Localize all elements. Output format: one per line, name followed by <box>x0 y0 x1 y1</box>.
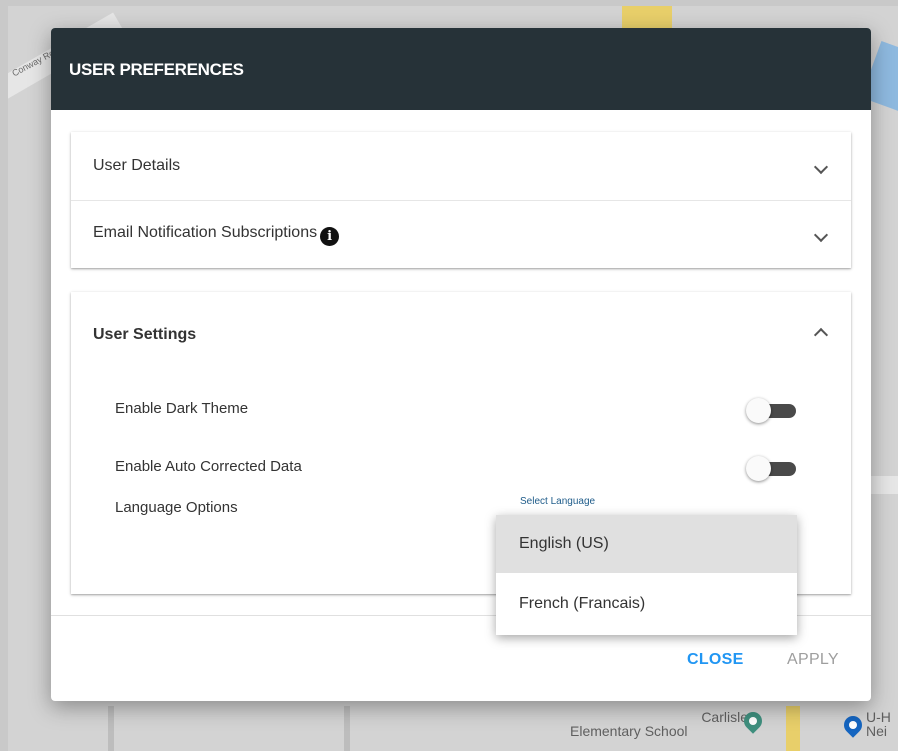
auto-corrected-toggle[interactable] <box>746 456 798 482</box>
toggle-thumb <box>746 398 771 423</box>
map-place-label-2: Elementary School <box>570 723 688 739</box>
map-road <box>868 476 898 494</box>
toggle-thumb <box>746 456 771 481</box>
user-settings-header[interactable]: User Settings <box>71 292 851 378</box>
dialog-title: USER PREFERENCES <box>69 60 244 79</box>
section-user-details[interactable]: User Details <box>71 132 851 200</box>
section-label: Email Notification Subscriptions <box>93 224 318 241</box>
section-label: User Details <box>93 157 181 174</box>
info-icon[interactable]: i <box>320 227 340 246</box>
map-road <box>786 706 800 751</box>
section-label: User Settings <box>93 326 197 343</box>
collapsed-sections-panel: User Details Email Notification Subscrip… <box>71 132 851 268</box>
dark-theme-toggle[interactable] <box>746 398 798 424</box>
select-language-caption: Select Language <box>520 496 596 507</box>
chevron-down-icon <box>813 227 829 243</box>
section-label-wrap: Email Notification Subscriptions i <box>93 224 340 246</box>
chevron-down-icon <box>813 159 829 175</box>
poi-pin-icon <box>840 712 866 738</box>
map-road <box>344 706 350 751</box>
language-option-french[interactable]: French (Francais) <box>496 575 797 633</box>
map-poi-label-2: Nei <box>866 723 888 739</box>
language-dropdown: English (US) French (Francais) <box>496 515 797 635</box>
apply-button[interactable]: APPLY <box>787 651 839 669</box>
close-button[interactable]: CLOSE <box>687 651 744 669</box>
language-options-label: Language Options <box>115 499 238 516</box>
auto-corrected-label: Enable Auto Corrected Data <box>115 458 302 475</box>
language-option-english[interactable]: English (US) <box>496 515 797 573</box>
dark-theme-label: Enable Dark Theme <box>115 400 249 417</box>
chevron-up-icon <box>813 327 829 343</box>
user-preferences-dialog: USER PREFERENCES User Details Email Noti… <box>51 28 871 701</box>
map-road <box>108 706 114 751</box>
section-email-notifications[interactable]: Email Notification Subscriptions i <box>71 200 851 268</box>
dialog-header: USER PREFERENCES <box>51 28 871 110</box>
